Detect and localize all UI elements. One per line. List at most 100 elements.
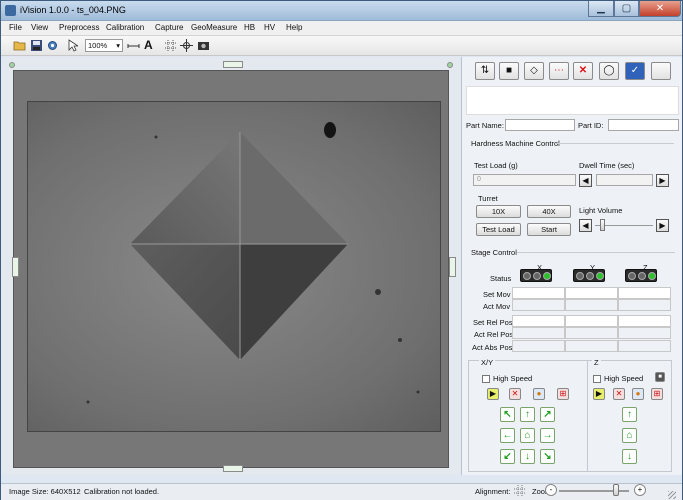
z-high-speed-checkbox[interactable] (593, 375, 601, 383)
light-volume-slider[interactable] (600, 219, 606, 231)
z-up-button[interactable]: ↑ (622, 407, 637, 422)
set-mov-x[interactable] (512, 287, 565, 299)
calibration-status-text: Calibration not loaded. (84, 487, 160, 496)
minimize-button[interactable]: ▁ (588, 1, 614, 17)
check-icon[interactable]: ✓ (625, 62, 645, 80)
circle-icon[interactable]: ◯ (599, 62, 619, 80)
set-mov-z[interactable] (618, 287, 671, 299)
blank-icon[interactable] (651, 62, 671, 80)
dwell-time-input[interactable] (596, 174, 653, 186)
move-up-button[interactable]: ↑ (520, 407, 535, 422)
xy-high-speed-checkbox[interactable] (482, 375, 490, 383)
act-mov-label: Act Mov (483, 302, 511, 311)
turret-40x-button[interactable]: 40X (527, 205, 571, 218)
measure-line-icon[interactable] (127, 39, 140, 52)
menu-geomeasure[interactable]: GeoMeasure (191, 23, 237, 32)
act-mov-y (565, 299, 618, 311)
zoom-select[interactable]: 100% ▾ (85, 39, 123, 52)
main-toolbar: 100% ▾ A (1, 36, 682, 56)
menu-help[interactable]: Help (286, 23, 302, 32)
close-button[interactable]: ✕ (639, 1, 681, 17)
move-down-right-button[interactable]: ↘ (540, 449, 555, 464)
text-tool-icon[interactable]: A (144, 39, 153, 52)
image-size-text: Image Size: 640X512 (9, 487, 81, 496)
move-left-button[interactable]: ← (500, 428, 515, 443)
settings-gear-icon[interactable] (46, 39, 59, 52)
open-folder-icon[interactable] (13, 39, 26, 52)
menu-view[interactable]: View (31, 23, 48, 32)
menu-preprocess[interactable]: Preprocess (59, 23, 99, 32)
move-right-button[interactable]: → (540, 428, 555, 443)
act-rel-pos-x (512, 327, 565, 339)
xy-run-icon[interactable]: ▶ (487, 388, 499, 400)
set-rel-pos-z[interactable] (618, 315, 671, 327)
act-abs-pos-z (618, 340, 671, 352)
menu-hv[interactable]: HV (264, 23, 275, 32)
right-resize-handle[interactable] (449, 257, 456, 277)
part-name-input[interactable] (505, 119, 575, 131)
z-run-icon[interactable]: ▶ (593, 388, 605, 400)
xy-center-home-button[interactable]: ⌂ (520, 428, 535, 443)
menu-capture[interactable]: Capture (155, 23, 183, 32)
move-down-button[interactable]: ↓ (520, 449, 535, 464)
move-up-right-button[interactable]: ↗ (540, 407, 555, 422)
z-pin-icon[interactable]: ■ (655, 372, 665, 382)
corner-handle-top-left[interactable] (9, 62, 15, 68)
set-rel-pos-x[interactable] (512, 315, 565, 327)
dashed-rect-icon[interactable]: ⋯ (549, 62, 569, 80)
save-icon[interactable] (30, 39, 43, 52)
menu-hb[interactable]: HB (244, 23, 255, 32)
act-abs-pos-label: Act Abs Pos (472, 343, 513, 352)
set-rel-pos-label: Set Rel Pos (473, 318, 513, 327)
turret-label: Turret (478, 194, 498, 203)
alignment-grid-icon[interactable] (514, 485, 526, 497)
turret-10x-button[interactable]: 10X (476, 205, 521, 218)
move-down-left-button[interactable]: ↙ (500, 449, 515, 464)
corner-handle-top-right[interactable] (447, 62, 453, 68)
indentation-image[interactable] (27, 101, 441, 432)
z-stop-icon[interactable]: ✕ (613, 388, 625, 400)
grid-icon[interactable] (164, 39, 177, 52)
z-high-speed-label: High Speed (604, 374, 644, 383)
capture-camera-icon[interactable] (197, 39, 210, 52)
z-down-button[interactable]: ↓ (622, 449, 637, 464)
light-increase-button[interactable]: ▶ (656, 219, 669, 232)
part-name-label: Part Name: (466, 121, 504, 130)
left-resize-handle[interactable] (12, 257, 19, 277)
zoom-slider-thumb[interactable] (613, 484, 619, 496)
act-rel-pos-label: Act Rel Pos (474, 330, 514, 339)
zoom-out-button[interactable]: - (545, 484, 557, 496)
pointer-select-icon[interactable] (67, 39, 78, 52)
maximize-button[interactable]: ▢ (614, 1, 639, 17)
xy-lock-icon[interactable]: ⊞ (557, 388, 569, 400)
test-load-button[interactable]: Test Load (476, 223, 521, 236)
dwell-decrease-button[interactable]: ◀ (579, 174, 592, 187)
xy-stop-icon[interactable]: ✕ (509, 388, 521, 400)
xy-home-icon[interactable]: ● (533, 388, 545, 400)
camera-icon[interactable]: ■ (499, 62, 519, 80)
stage-section-title: Stage Control (471, 248, 517, 257)
test-load-input[interactable]: 0 (473, 174, 576, 186)
menu-file[interactable]: File (9, 23, 22, 32)
delete-icon[interactable]: ✕ (573, 62, 593, 80)
crosshair-icon[interactable] (180, 39, 193, 52)
bottom-resize-handle[interactable] (223, 465, 243, 472)
step-icon[interactable]: ⇅ (475, 62, 495, 80)
z-home-button[interactable]: ⌂ (622, 428, 637, 443)
act-abs-pos-y (565, 340, 618, 352)
z-home-icon[interactable]: ● (632, 388, 644, 400)
resize-grip-icon[interactable] (668, 491, 676, 499)
start-button[interactable]: Start (527, 223, 571, 236)
move-up-left-button[interactable]: ↖ (500, 407, 515, 422)
part-id-input[interactable] (608, 119, 679, 131)
set-rel-pos-y[interactable] (565, 315, 618, 327)
set-mov-y[interactable] (565, 287, 618, 299)
top-resize-handle[interactable] (223, 61, 243, 68)
zoom-in-button[interactable]: + (634, 484, 646, 496)
z-lock-icon[interactable]: ⊞ (651, 388, 663, 400)
dwell-increase-button[interactable]: ▶ (656, 174, 669, 187)
divider (556, 143, 674, 144)
menu-calibration[interactable]: Calibration (106, 23, 144, 32)
diamond-icon[interactable]: ◇ (524, 62, 544, 80)
light-decrease-button[interactable]: ◀ (579, 219, 592, 232)
